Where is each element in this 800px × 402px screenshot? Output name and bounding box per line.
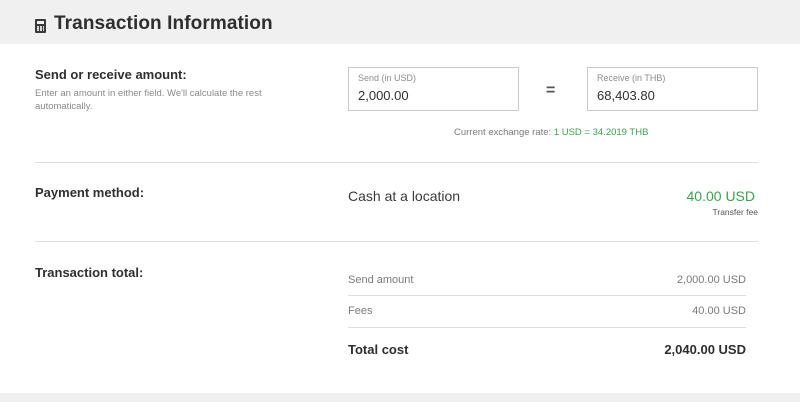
row-divider: [348, 295, 746, 296]
row-divider: [348, 327, 746, 328]
receive-amount-field[interactable]: Receive (in THB): [587, 67, 758, 111]
payment-section-label: Payment method:: [35, 185, 145, 200]
calculator-icon: [35, 19, 46, 33]
summary-row-label: Send amount: [348, 274, 414, 286]
divider: [35, 162, 758, 163]
send-amount-field[interactable]: Send (in USD): [348, 67, 519, 111]
exchange-rate-value: 1 USD = 34.2019 THB: [553, 127, 649, 138]
send-amount-label: Send (in USD): [358, 73, 417, 83]
divider: [35, 241, 758, 242]
amount-section-label: Send or receive amount:: [35, 67, 187, 82]
amount-help-text: Enter an amount in either field. We'll c…: [35, 88, 262, 112]
exchange-rate-prefix: Current exchange rate:: [454, 127, 554, 138]
transfer-fee-amount: 40.00 USD: [686, 188, 755, 204]
exchange-rate: Current exchange rate: 1 USD = 34.2019 T…: [454, 127, 648, 138]
summary-row-label: Fees: [348, 305, 373, 317]
summary-row-value: 40.00 USD: [692, 305, 746, 317]
receive-amount-label: Receive (in THB): [597, 73, 666, 83]
send-amount-input[interactable]: [358, 88, 508, 103]
page-title: Transaction Information: [54, 13, 273, 34]
total-cost-value: 2,040.00 USD: [664, 342, 746, 357]
section-header: Transaction Information: [0, 0, 800, 44]
transfer-fee-caption: Transfer fee: [712, 207, 758, 217]
equals-sign: =: [546, 82, 556, 99]
bottom-strip: [0, 393, 800, 402]
total-section-label: Transaction total:: [35, 265, 144, 280]
summary-row-value: 2,000.00 USD: [676, 274, 746, 286]
receive-amount-input[interactable]: [597, 88, 747, 103]
total-cost-label: Total cost: [348, 342, 409, 357]
payment-method-value: Cash at a location: [348, 188, 461, 204]
